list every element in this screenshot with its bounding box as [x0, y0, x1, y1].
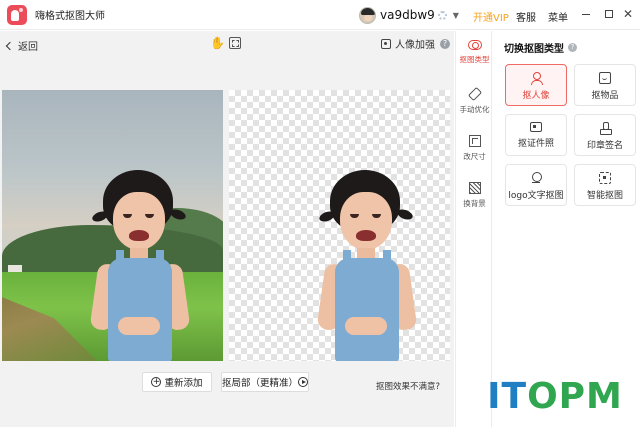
rail-item-label: 手动优化 — [459, 105, 490, 114]
background-icon — [468, 182, 481, 194]
cutout-result-image — [229, 90, 450, 361]
card-label: 智能抠图 — [586, 191, 623, 201]
eraser-icon — [467, 86, 482, 102]
plus-icon: + — [151, 377, 162, 387]
username[interactable]: va9dbw9 — [380, 8, 435, 22]
card-label: logo文字抠图 — [508, 191, 564, 201]
cutout-type-panel: 切换抠图类型 ? 抠人像 抠物品 抠证件照 印章签名 logo文字抠图 智能抠图 — [493, 31, 640, 427]
close-button[interactable]: ✕ — [621, 7, 635, 21]
enhance-label: 人像加强 — [395, 40, 435, 51]
rail-item-manual[interactable]: 手动优化 — [456, 86, 493, 115]
close-icon: ✕ — [622, 7, 634, 21]
help-icon[interactable]: ? — [568, 43, 577, 52]
avatar[interactable] — [359, 6, 376, 24]
canvas-area: 返回 ✋ 人像加强 ? — [0, 31, 454, 427]
card-stamp[interactable]: 印章签名 — [574, 114, 636, 156]
app-title: 嗨格式抠图大师 — [35, 11, 105, 22]
card-object[interactable]: 抠物品 — [574, 64, 636, 106]
back-button[interactable]: 返回 — [5, 38, 38, 53]
user-menu[interactable]: va9dbw9 ▼ — [359, 5, 459, 25]
chevron-left-icon — [5, 41, 15, 50]
rail-item-label: 抠图类型 — [459, 55, 490, 64]
local-cutout-label: 抠局部（更精准） — [222, 378, 299, 389]
original-image — [2, 90, 223, 361]
child-figure — [89, 162, 210, 361]
watermark-part-1: IT — [487, 375, 528, 417]
rail-item-background[interactable]: 换背景 — [456, 182, 493, 209]
watermark-part-2: OPM — [527, 375, 623, 417]
tool-rail: 抠图类型 手动优化 改尺寸 换背景 — [455, 31, 492, 427]
chevron-down-icon[interactable]: ▼ — [453, 11, 459, 20]
re-add-label: 重新添加 — [164, 378, 203, 389]
vip-button[interactable]: 开通VIP — [473, 9, 509, 24]
logo-icon — [530, 172, 542, 184]
service-button[interactable]: 客服 — [516, 9, 536, 24]
card-id-photo[interactable]: 抠证件照 — [505, 114, 567, 156]
enhance-icon — [381, 38, 391, 49]
local-cutout-button[interactable]: 抠局部（更精准） — [221, 372, 309, 392]
minimize-icon — [582, 13, 590, 15]
panel-title: 切换抠图类型 ? — [504, 40, 577, 55]
portrait-enhance-button[interactable]: 人像加强 ? — [381, 36, 450, 51]
play-icon — [298, 377, 308, 387]
stamp-icon — [599, 122, 612, 135]
menu-button[interactable]: 菜单 — [548, 9, 568, 24]
rail-item-resize[interactable]: 改尺寸 — [456, 135, 493, 162]
minimize-button[interactable] — [579, 7, 593, 21]
unsatisfied-link[interactable]: 抠图效果不满意? — [376, 380, 440, 392]
box-icon — [599, 72, 611, 84]
card-label: 印章签名 — [586, 141, 623, 151]
card-portrait[interactable]: 抠人像 — [505, 64, 567, 106]
maximize-button[interactable] — [602, 7, 616, 21]
title-bar: 嗨格式抠图大师 va9dbw9 ▼ 开通VIP 客服 菜单 ✕ — [0, 0, 640, 30]
fit-screen-icon[interactable] — [229, 37, 241, 49]
rail-item-cutout-type[interactable]: 抠图类型 — [456, 40, 493, 65]
watermark-logo: IT OPM — [475, 371, 635, 421]
rail-item-label: 换背景 — [463, 199, 486, 208]
hand-tool-icon[interactable]: ✋ — [210, 36, 225, 50]
back-label: 返回 — [18, 42, 38, 53]
child-cutout-figure — [316, 162, 437, 361]
id-photo-icon — [530, 122, 542, 132]
cutout-icon — [467, 40, 482, 50]
card-label: 抠物品 — [591, 91, 619, 101]
smart-cutout-icon — [599, 172, 611, 184]
app-logo-icon — [7, 4, 27, 25]
rail-item-label: 改尺寸 — [463, 152, 486, 161]
card-label: 抠人像 — [522, 91, 550, 101]
user-badge-icon — [437, 10, 447, 20]
re-add-button[interactable]: + 重新添加 — [142, 372, 212, 392]
panel-title-text: 切换抠图类型 — [504, 44, 564, 55]
person-icon — [530, 72, 543, 85]
card-label: 抠证件照 — [517, 139, 554, 149]
card-logo-text[interactable]: logo文字抠图 — [505, 164, 567, 206]
help-icon[interactable]: ? — [440, 38, 450, 49]
card-smart[interactable]: 智能抠图 — [574, 164, 636, 206]
resize-icon — [468, 135, 481, 147]
maximize-icon — [605, 10, 613, 18]
